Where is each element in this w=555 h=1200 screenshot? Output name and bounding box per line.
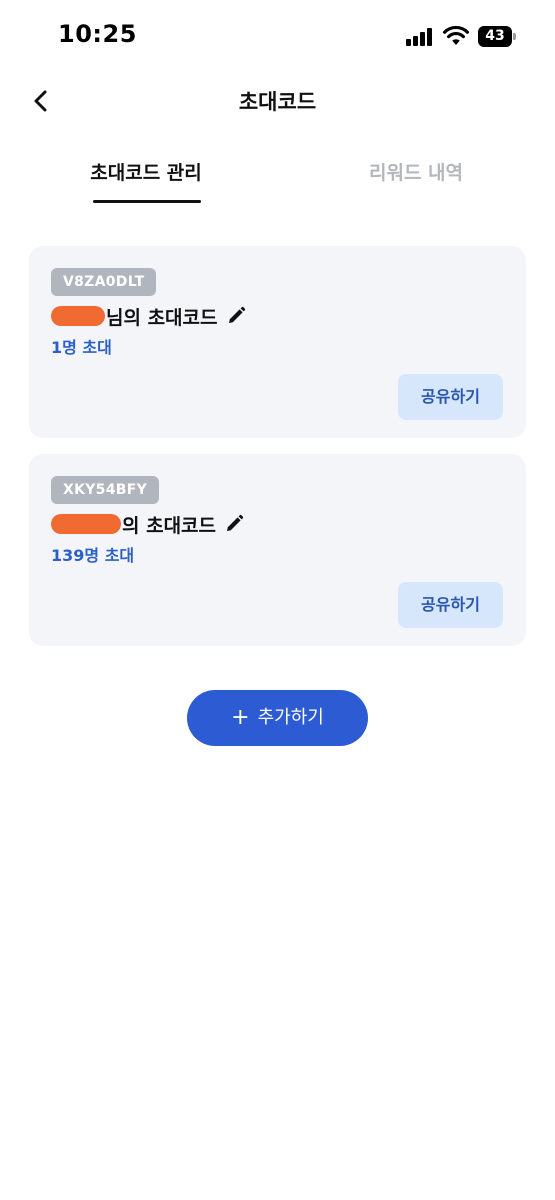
share-button[interactable]: 공유하기 xyxy=(398,374,503,420)
pencil-icon[interactable] xyxy=(224,514,244,534)
redacted-name xyxy=(51,514,121,534)
battery-icon: 43 xyxy=(478,26,516,47)
tab-bar: 초대코드 관리 리워드 내역 xyxy=(0,146,555,206)
tab-label: 리워드 내역 xyxy=(368,162,463,184)
invite-count: 1명 초대 xyxy=(51,338,112,357)
battery-level: 43 xyxy=(485,28,505,44)
status-bar: 10:25 43 xyxy=(0,0,555,74)
redacted-name xyxy=(51,306,105,326)
owner-code-label: 의 초대코드 xyxy=(122,514,217,537)
add-button-label: 추가하기 xyxy=(257,707,324,728)
tab-reward-history[interactable]: 리워드 내역 xyxy=(358,146,474,204)
pencil-icon[interactable] xyxy=(226,306,246,326)
invite-code-card: XKY54BFY 의 초대코드 139명 초대 공유하기 xyxy=(29,454,526,646)
invite-code-badge: V8ZA0DLT xyxy=(51,268,157,296)
share-button[interactable]: 공유하기 xyxy=(398,582,503,628)
plus-icon: + xyxy=(231,705,250,730)
wifi-icon xyxy=(443,25,469,45)
owner-line: 의 초대코드 xyxy=(51,510,244,538)
invite-code-badge: XKY54BFY xyxy=(51,476,160,504)
owner-code-label: 님의 초대코드 xyxy=(106,306,218,329)
invite-count: 139명 초대 xyxy=(51,546,135,565)
nav-header: 초대코드 xyxy=(0,74,555,130)
owner-line: 님의 초대코드 xyxy=(51,302,246,330)
page-title: 초대코드 xyxy=(238,90,317,114)
add-invite-code-button[interactable]: + 추가하기 xyxy=(187,690,368,746)
active-tab-indicator xyxy=(93,200,201,203)
tab-invite-code-management[interactable]: 초대코드 관리 xyxy=(88,146,204,204)
cellular-signal-icon xyxy=(406,28,434,46)
invite-code-card: V8ZA0DLT 님의 초대코드 1명 초대 공유하기 xyxy=(29,246,526,438)
tab-label: 초대코드 관리 xyxy=(90,162,202,184)
status-time: 10:25 xyxy=(58,20,137,48)
